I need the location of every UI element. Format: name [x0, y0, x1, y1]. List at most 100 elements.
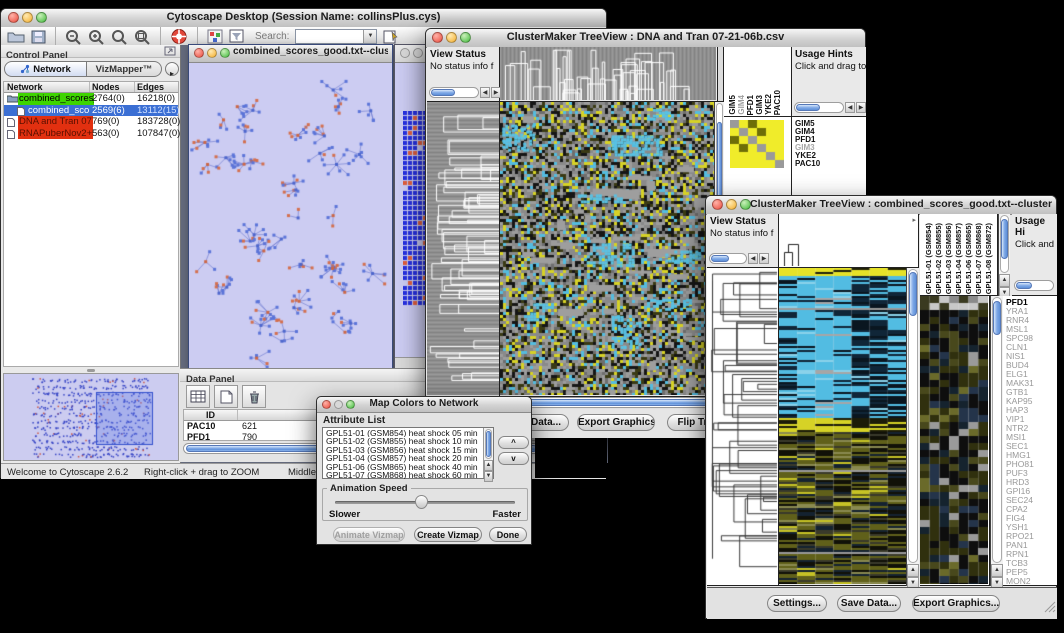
network-row[interactable]: combined_scores_2764(0)16218(0)	[4, 93, 178, 105]
array-label[interactable]: YKE2	[764, 94, 773, 115]
array-label[interactable]: GPL51-03 (GSM856)	[944, 223, 953, 294]
new-attribute-icon[interactable]	[214, 385, 238, 408]
birdseye-canvas[interactable]	[4, 374, 178, 460]
scroll-up-icon[interactable]: ▲	[907, 564, 919, 577]
tv1-usage-scrollbar[interactable]: ◀ ▶	[794, 102, 866, 113]
resize-grip[interactable]	[1044, 600, 1056, 618]
search-input[interactable]: ▼	[295, 29, 377, 44]
export-graphics-button[interactable]: Export Graphics...	[577, 414, 655, 431]
panel-divider-handle[interactable]	[87, 369, 95, 372]
scroll-left-icon[interactable]: ◀	[480, 87, 490, 98]
network-row[interactable]: combined_sco2569(6)13112(15)	[4, 105, 178, 117]
tv1-heatmap-canvas[interactable]	[500, 102, 714, 395]
done-button[interactable]: Done	[489, 527, 527, 542]
col-header-network[interactable]: Network	[7, 82, 90, 92]
annotation-icon[interactable]	[229, 29, 245, 44]
scroll-up-icon[interactable]: ▲	[999, 274, 1010, 287]
tab-network[interactable]: Network	[4, 61, 87, 77]
scroll-right-icon[interactable]: ▶	[759, 253, 769, 264]
tv1-col-dendrogram-canvas[interactable]	[500, 47, 716, 100]
array-label[interactable]: PAC10	[773, 90, 782, 115]
zoom-fit-icon[interactable]	[134, 29, 151, 45]
minimize-icon[interactable]	[22, 12, 33, 23]
attribute-list-item[interactable]: GPL51-02 (GSM855) heat shock 10 min	[323, 437, 493, 445]
array-label[interactable]: GPL51-08 (GSM872)	[984, 223, 993, 294]
tv1-zoom-matrix-canvas[interactable]	[730, 120, 784, 168]
main-titlebar[interactable]: Cytoscape Desktop (Session Name: collins…	[1, 9, 606, 28]
close-icon[interactable]	[8, 12, 19, 23]
open-icon[interactable]	[7, 30, 25, 44]
search-dropdown-icon[interactable]: ▼	[363, 30, 376, 43]
help-lifering-icon[interactable]	[170, 28, 188, 45]
scroll-right-icon[interactable]: ▶	[856, 102, 866, 113]
close-icon[interactable]	[712, 199, 723, 210]
tv2-usage-scrollbar[interactable]	[1014, 280, 1054, 291]
search-options-icon[interactable]	[383, 29, 399, 44]
float-panel-icon[interactable]	[164, 46, 176, 56]
export-graphics-button[interactable]: Export Graphics...	[912, 595, 1000, 612]
tv1-row-dendrogram[interactable]	[427, 102, 500, 397]
scroll-down-icon[interactable]: ▼	[484, 471, 493, 482]
tv2-heatmap-canvas[interactable]	[779, 268, 906, 584]
array-label[interactable]: GIM4	[737, 95, 746, 115]
attribute-list-item[interactable]: GPL51-01 (GSM854) heat shock 05 min	[323, 429, 493, 437]
id-column-header[interactable]: ID	[184, 410, 238, 420]
expand-icon[interactable]: ▸	[912, 216, 916, 224]
tv2-row-dendrogram[interactable]	[707, 268, 779, 586]
array-label[interactable]: PFD1	[746, 95, 755, 115]
attribute-table-icon[interactable]	[186, 385, 210, 408]
treeview1-titlebar[interactable]: ClusterMaker TreeView : DNA and Tran 07-…	[426, 29, 865, 48]
zoom-out-icon[interactable]	[65, 29, 82, 45]
tv2-col-labels-scrollbar[interactable]: ▲▼	[998, 214, 1010, 296]
zoom-window-icon[interactable]	[346, 400, 355, 409]
tv2-col-dendrogram[interactable]: ▸	[779, 214, 919, 268]
attribute-list-item[interactable]: GPL51-03 (GSM856) heat shock 15 min	[323, 446, 493, 454]
scroll-up-icon[interactable]: ▲	[484, 460, 493, 471]
tv1-row-dendrogram-canvas[interactable]	[427, 102, 499, 395]
move-up-button[interactable]: ^	[498, 436, 529, 449]
save-icon[interactable]	[31, 30, 46, 44]
attribute-list-item[interactable]: GPL51-06 (GSM865) heat shock 40 min	[323, 463, 493, 471]
minimize-icon[interactable]	[726, 199, 737, 210]
network-view-titlebar[interactable]: combined_scores_good.txt--cluste...	[189, 45, 392, 63]
map-dialog-titlebar[interactable]: Map Colors to Network	[317, 397, 531, 413]
attribute-list-item[interactable]: GPL51-07 (GSM868) heat shock 60 min	[323, 471, 493, 479]
tab-overflow-button[interactable]: ▸	[165, 62, 179, 76]
network-manager-icon[interactable]	[207, 29, 223, 44]
birdseye-view[interactable]	[3, 373, 179, 461]
tab-vizmapper[interactable]: VizMapper™	[87, 61, 162, 77]
minimize-icon[interactable]	[207, 48, 217, 58]
network-canvas[interactable]	[190, 62, 391, 374]
zoom-window-icon[interactable]	[220, 48, 230, 58]
animate-vizmap-button[interactable]: Animate Vizmap	[333, 527, 405, 542]
col-header-edges[interactable]: Edges	[137, 82, 177, 92]
save-data-button[interactable]: Save Data...	[837, 595, 901, 612]
tv2-zoom-vscrollbar[interactable]: ▲▼	[990, 296, 1003, 586]
move-down-button[interactable]: v	[498, 452, 529, 465]
attribute-list-scrollbar[interactable]: ▲▼	[483, 428, 493, 478]
close-icon[interactable]	[400, 48, 410, 58]
array-label[interactable]: GPL51-04 (GSM857)	[954, 223, 963, 294]
network-row[interactable]: RNAPuberNov2+563(0)107847(0)	[4, 128, 178, 140]
tv2-heatmap[interactable]	[779, 268, 906, 586]
gene-label[interactable]: MON2	[1003, 577, 1057, 586]
settings-button[interactable]: Settings...	[767, 595, 827, 612]
scroll-left-icon[interactable]: ◀	[845, 102, 855, 113]
tv2-col-dendrogram-canvas[interactable]	[781, 240, 805, 266]
tv2-heat-vscrollbar[interactable]: ▲▼	[906, 268, 919, 586]
col-header-nodes[interactable]: Nodes	[92, 82, 135, 92]
scroll-left-icon[interactable]: ◀	[748, 253, 758, 264]
delete-attribute-icon[interactable]	[242, 385, 266, 408]
zoom-in-icon[interactable]	[88, 29, 105, 45]
close-icon[interactable]	[322, 400, 331, 409]
minimize-icon[interactable]	[334, 400, 343, 409]
array-label[interactable]: GPL51-02 (GSM855)	[934, 223, 943, 294]
tv2-row-dendrogram-canvas[interactable]	[707, 268, 778, 584]
array-label[interactable]: GPL51-07 (GSM868)	[974, 223, 983, 294]
tv1-heatmap[interactable]	[500, 102, 714, 397]
tv2-view-status-scrollbar[interactable]: ◀ ▶	[709, 253, 769, 264]
tv2-zoom-heatmap-canvas[interactable]	[920, 296, 988, 584]
minimize-icon[interactable]	[413, 48, 423, 58]
tv2-zoom-heatmap[interactable]	[920, 296, 990, 586]
treeview2-titlebar[interactable]: ClusterMaker TreeView : combined_scores_…	[706, 196, 1056, 215]
